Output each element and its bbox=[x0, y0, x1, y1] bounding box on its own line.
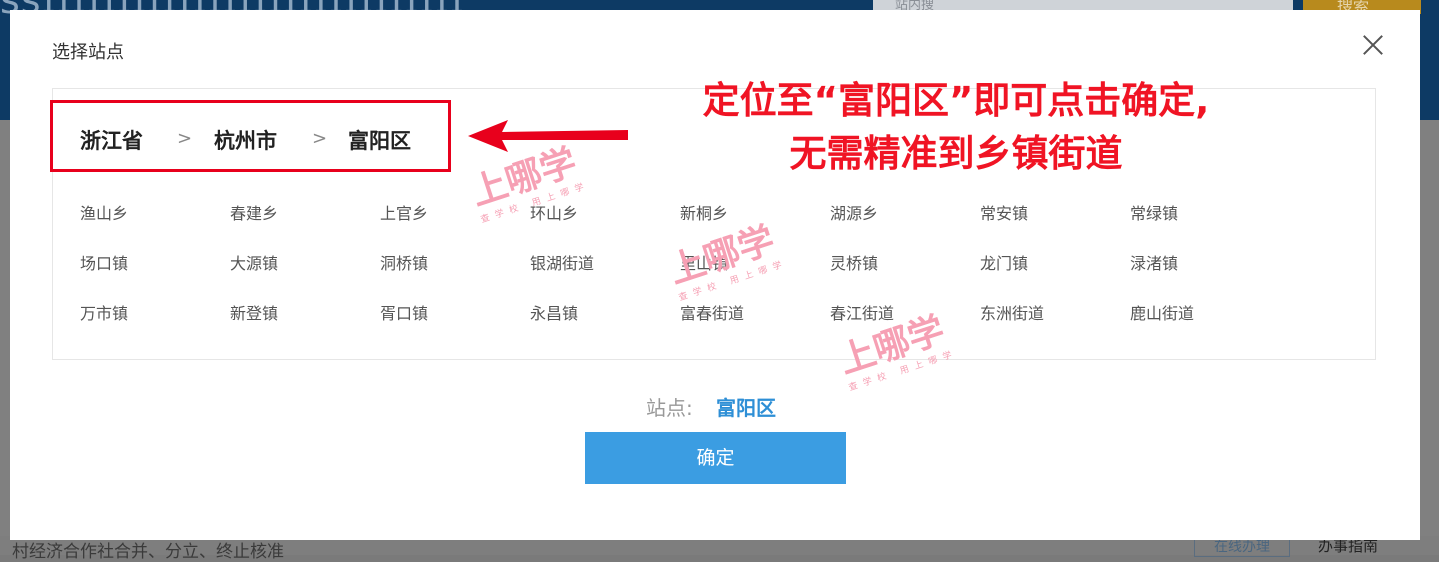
town-item[interactable]: 渌渚镇 bbox=[1130, 250, 1178, 274]
town-item[interactable]: 春江街道 bbox=[830, 300, 894, 324]
town-item[interactable]: 常安镇 bbox=[980, 200, 1028, 224]
town-item[interactable]: 春建乡 bbox=[230, 200, 278, 224]
town-item[interactable]: 新登镇 bbox=[230, 300, 278, 324]
confirm-button[interactable]: 确定 bbox=[585, 432, 846, 484]
town-item[interactable]: 渔山乡 bbox=[80, 200, 128, 224]
town-item[interactable]: 洞桥镇 bbox=[380, 250, 428, 274]
site-value: 富阳区 bbox=[716, 396, 776, 420]
background-service-title: 村经济合作社合并、分立、终止核准 bbox=[12, 542, 284, 562]
town-item[interactable]: 富春街道 bbox=[680, 300, 744, 324]
town-item[interactable]: 大源镇 bbox=[230, 250, 278, 274]
town-item[interactable]: 湖源乡 bbox=[830, 200, 878, 224]
breadcrumb-province[interactable]: 浙江省 bbox=[80, 125, 143, 155]
close-icon[interactable] bbox=[1360, 32, 1386, 58]
modal-title: 选择站点 bbox=[52, 42, 124, 63]
site-label: 站点: bbox=[646, 396, 693, 420]
breadcrumb-city[interactable]: 杭州市 bbox=[214, 125, 277, 155]
town-item[interactable]: 常绿镇 bbox=[1130, 200, 1178, 224]
breadcrumb-separator-icon: > bbox=[177, 128, 193, 149]
town-item[interactable]: 鹿山街道 bbox=[1130, 300, 1194, 324]
annotation-line-1: 定位至“富阳区”即可点击确定, bbox=[702, 79, 1210, 122]
breadcrumb-separator-icon: > bbox=[312, 128, 328, 149]
town-item[interactable]: 场口镇 bbox=[80, 250, 128, 274]
town-item[interactable]: 灵桥镇 bbox=[830, 250, 878, 274]
town-item[interactable]: 东洲街道 bbox=[980, 300, 1044, 324]
town-item[interactable]: 龙门镇 bbox=[980, 250, 1028, 274]
town-item[interactable]: 永昌镇 bbox=[530, 300, 578, 324]
town-item[interactable]: 万市镇 bbox=[80, 300, 128, 324]
town-item[interactable]: 上官乡 bbox=[380, 200, 428, 224]
town-item[interactable]: 新桐乡 bbox=[680, 200, 728, 224]
town-item[interactable]: 胥口镇 bbox=[380, 300, 428, 324]
site-select-modal: 选择站点 浙江省 > 杭州市 > 富阳区 定位至“富阳区”即可点击确定, 无需精… bbox=[10, 10, 1420, 540]
breadcrumb-district[interactable]: 富阳区 bbox=[348, 125, 411, 155]
annotation-line-2: 无需精准到乡镇街道 bbox=[789, 132, 1123, 175]
town-item[interactable]: 银湖街道 bbox=[530, 250, 594, 274]
